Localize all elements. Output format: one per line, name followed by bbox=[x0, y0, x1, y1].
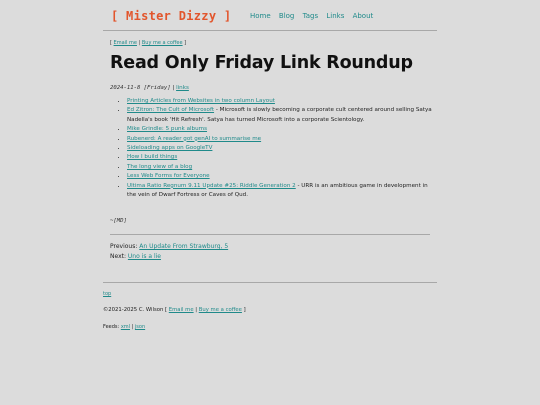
coffee-link[interactable]: Buy me a coffee bbox=[142, 40, 183, 46]
feeds-label: Feeds: bbox=[103, 324, 121, 330]
item-link[interactable]: Mike Grindle: 5 punk albums bbox=[127, 126, 207, 132]
bracket-close: ] bbox=[182, 40, 187, 46]
post-meta: 2024-11-8 [Friday] | links bbox=[110, 85, 189, 91]
item-link[interactable]: How I build things bbox=[127, 154, 177, 160]
bracket-close: ] bbox=[241, 307, 246, 313]
nav-tags[interactable]: Tags bbox=[303, 12, 319, 20]
item-link[interactable]: Less Web Forms for Everyone bbox=[127, 173, 210, 179]
nav-blog[interactable]: Blog bbox=[279, 12, 294, 20]
post-date: 2024-11-8 [Friday] bbox=[110, 85, 171, 91]
email-link[interactable]: Email me bbox=[114, 40, 137, 46]
top-link[interactable]: top bbox=[103, 291, 111, 297]
main-nav: Home Blog Tags Links About bbox=[250, 12, 379, 20]
feed-json-link[interactable]: json bbox=[135, 324, 145, 330]
post-signature: ~[MD] bbox=[110, 218, 127, 224]
list-item: Rubenerd: A reader got genAI to summaris… bbox=[127, 135, 437, 144]
nav-about[interactable]: About bbox=[353, 12, 374, 20]
footer-divider bbox=[103, 282, 437, 283]
next-row: Next: Uno is a lie bbox=[110, 252, 228, 262]
prev-row: Previous: An Update From Strawburg, 5 bbox=[110, 242, 228, 252]
list-item: Ultima Ratio Regnum 9.11 Update #25: Rid… bbox=[127, 182, 437, 201]
list-item: Printing Articles from Websites in two c… bbox=[127, 97, 437, 106]
list-item: Mike Grindle: 5 punk albums bbox=[127, 125, 437, 134]
tag-link[interactable]: links bbox=[176, 85, 189, 91]
item-link[interactable]: Ultima Ratio Regnum 9.11 Update #25: Rid… bbox=[127, 183, 296, 189]
list-item: Ed Zitron: The Cult of Microsoft - Micro… bbox=[127, 106, 437, 125]
next-post-link[interactable]: Uno is a lie bbox=[128, 253, 161, 260]
list-item: How I build things bbox=[127, 153, 437, 162]
copyright-text: ©2021-2025 C. Wilson [ bbox=[103, 307, 169, 313]
divider bbox=[110, 234, 430, 235]
item-link[interactable]: Printing Articles from Websites in two c… bbox=[127, 98, 275, 104]
back-to-top: top bbox=[103, 291, 111, 297]
item-link[interactable]: Sideloading apps on GoogleTV bbox=[127, 145, 212, 151]
site-logo[interactable]: [ Mister Dizzy ] bbox=[111, 9, 231, 23]
footer-email-link[interactable]: Email me bbox=[169, 307, 194, 313]
prev-label: Previous: bbox=[110, 243, 140, 250]
post-pager: Previous: An Update From Strawburg, 5 Ne… bbox=[110, 242, 228, 262]
page-title: Read Only Friday Link Roundup bbox=[110, 53, 413, 73]
next-label: Next: bbox=[110, 253, 128, 260]
item-link[interactable]: Rubenerd: A reader got genAI to summaris… bbox=[127, 136, 261, 142]
feeds: Feeds: xml | json bbox=[103, 324, 145, 330]
link-list: Printing Articles from Websites in two c… bbox=[110, 97, 437, 200]
list-item: Less Web Forms for Everyone bbox=[127, 172, 437, 181]
item-link[interactable]: The long view of a blog bbox=[127, 164, 192, 170]
list-item: Sideloading apps on GoogleTV bbox=[127, 144, 437, 153]
prev-post-link[interactable]: An Update From Strawburg, 5 bbox=[139, 243, 228, 250]
nav-home[interactable]: Home bbox=[250, 12, 271, 20]
nav-links[interactable]: Links bbox=[326, 12, 344, 20]
footer-coffee-link[interactable]: Buy me a coffee bbox=[199, 307, 242, 313]
list-item: The long view of a blog bbox=[127, 163, 437, 172]
site-header: [ Mister Dizzy ] Home Blog Tags Links Ab… bbox=[103, 0, 437, 31]
copyright: ©2021-2025 C. Wilson [ Email me | Buy me… bbox=[103, 307, 246, 313]
feed-xml-link[interactable]: xml bbox=[121, 324, 130, 330]
contact-bar: [ Email me | Buy me a coffee ] bbox=[110, 40, 186, 46]
item-link[interactable]: Ed Zitron: The Cult of Microsoft bbox=[127, 107, 214, 113]
